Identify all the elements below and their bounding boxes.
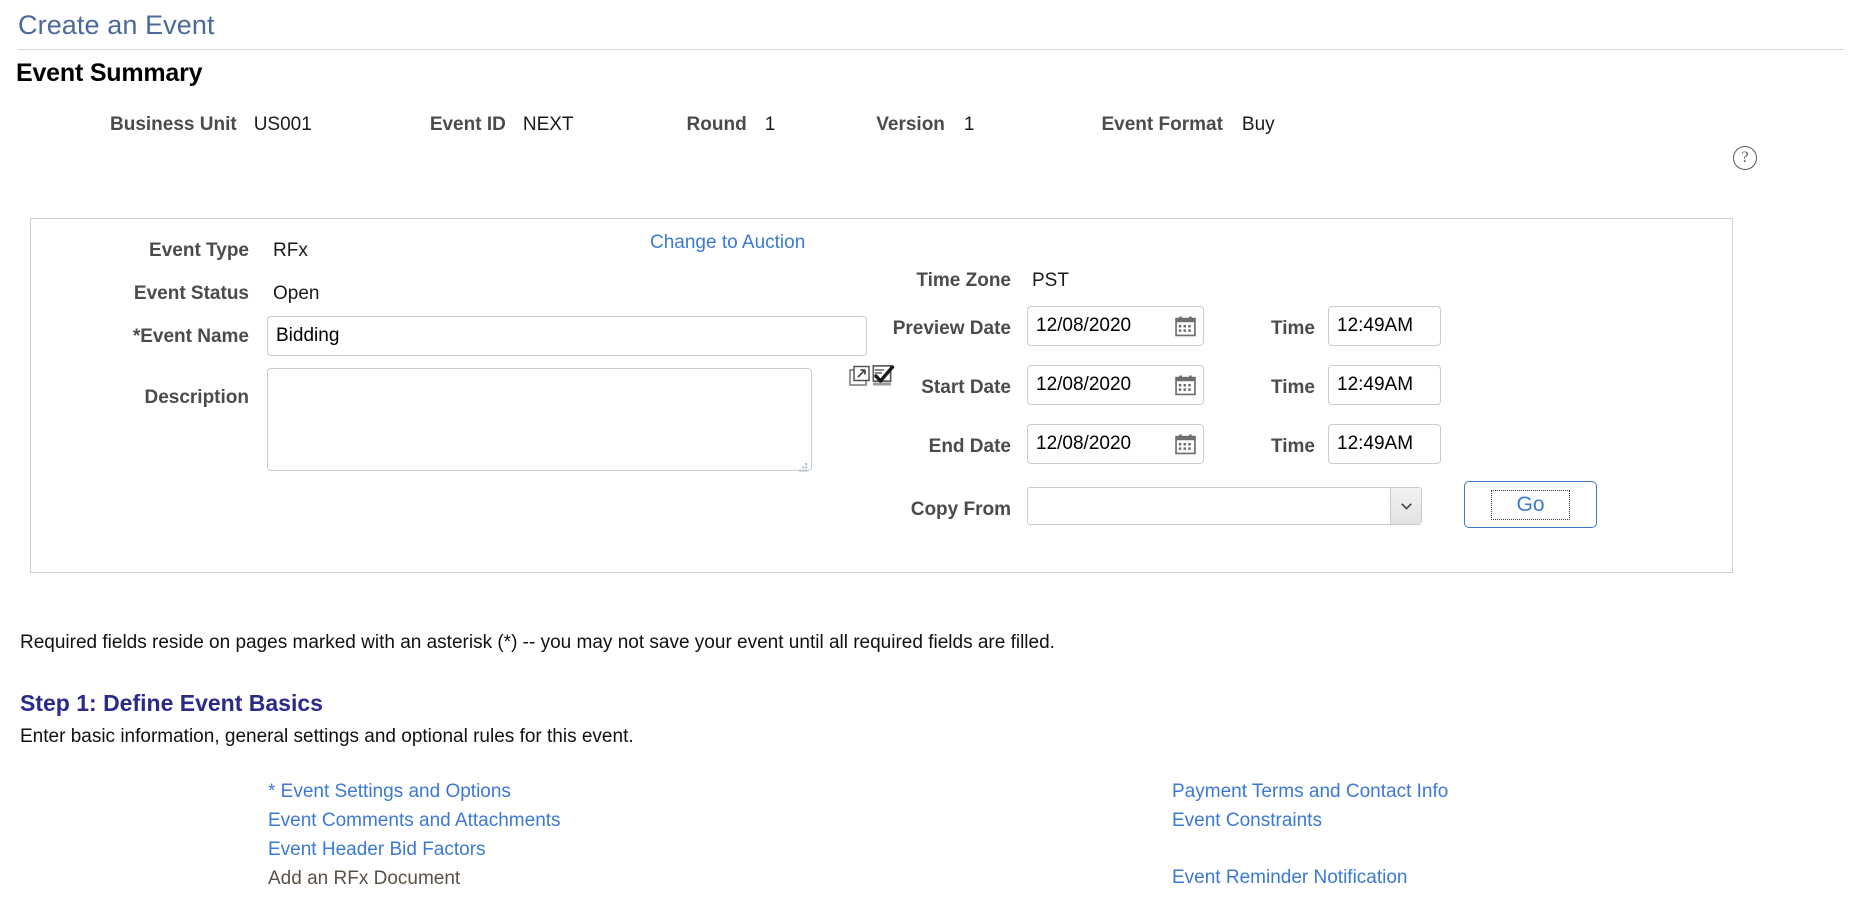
event-detail-panel: Event Type RFx Change to Auction Event S… <box>30 218 1733 573</box>
calendar-icon[interactable] <box>1175 434 1196 455</box>
chevron-down-icon[interactable] <box>1390 488 1421 524</box>
link-event-comments-and-attachments[interactable]: Event Comments and Attachments <box>268 810 561 831</box>
description-textarea[interactable] <box>267 368 812 471</box>
step-1-links-right: Payment Terms and Contact Info Event Con… <box>1172 778 1448 893</box>
start-date-field <box>1027 365 1204 405</box>
required-fields-note: Required fields reside on pages marked w… <box>20 632 1055 653</box>
event-id-label: Event ID <box>429 114 506 135</box>
link-event-reminder-notification[interactable]: Event Reminder Notification <box>1172 867 1408 888</box>
go-button[interactable]: Go <box>1464 481 1597 528</box>
go-button-label: Go <box>1491 489 1570 520</box>
start-time-label: Time <box>1271 377 1316 398</box>
business-unit-value: US001 <box>253 114 312 135</box>
step-1-title: Step 1: Define Event Basics <box>20 690 323 716</box>
link-event-settings-and-options[interactable]: * Event Settings and Options <box>268 781 511 802</box>
start-time-input[interactable] <box>1328 365 1441 405</box>
event-id-value: NEXT <box>522 114 574 135</box>
start-date-label: Start Date <box>921 377 1011 398</box>
event-name-input[interactable] <box>267 316 867 356</box>
calendar-icon[interactable] <box>1175 316 1196 337</box>
create-event-page: Create an Event Event Summary Business U… <box>0 0 1858 904</box>
end-date-label: End Date <box>928 436 1011 457</box>
preview-time-label: Time <box>1271 318 1316 339</box>
copy-from-select-box[interactable] <box>1027 487 1422 525</box>
preview-date-field <box>1027 306 1204 346</box>
change-to-auction-link[interactable]: Change to Auction <box>650 232 805 254</box>
event-status-value: Open <box>273 283 320 304</box>
version-value: 1 <box>963 114 975 135</box>
link-add-an-rfx-document: Add an RFx Document <box>268 868 461 889</box>
copy-from-select[interactable] <box>1027 487 1422 525</box>
round-value: 1 <box>764 114 776 135</box>
description-field-wrap <box>267 368 812 476</box>
step-1-description: Enter basic information, general setting… <box>20 726 634 747</box>
business-unit-label: Business Unit <box>110 114 237 135</box>
section-title: Event Summary <box>16 59 203 87</box>
calendar-icon[interactable] <box>1175 375 1196 396</box>
description-label: Description <box>144 387 249 408</box>
event-format-value: Buy <box>1241 114 1275 135</box>
step-1-links-left: * Event Settings and Options Event Comme… <box>268 778 561 894</box>
help-row: ? <box>0 136 1858 170</box>
round-label: Round <box>686 114 747 135</box>
event-type-label: Event Type <box>149 240 249 261</box>
preview-date-label: Preview Date <box>892 318 1011 339</box>
end-date-field <box>1027 424 1204 464</box>
end-time-label: Time <box>1271 436 1316 457</box>
help-icon[interactable]: ? <box>1733 146 1757 170</box>
event-format-label: Event Format <box>1101 114 1223 135</box>
version-label: Version <box>876 114 945 135</box>
event-type-value: RFx <box>273 240 308 261</box>
event-summary-fields: Business Unit US001 Event ID NEXT Round … <box>0 88 1858 136</box>
link-event-constraints[interactable]: Event Constraints <box>1172 810 1322 831</box>
links-spacer <box>1172 836 1448 864</box>
copy-from-label: Copy From <box>910 499 1011 520</box>
time-zone-label: Time Zone <box>916 270 1011 291</box>
link-payment-terms-and-contact-info[interactable]: Payment Terms and Contact Info <box>1172 781 1448 802</box>
time-zone-value: PST <box>1032 270 1069 291</box>
page-title: Create an Event <box>18 10 215 40</box>
event-name-label: *Event Name <box>132 326 249 347</box>
event-status-label: Event Status <box>133 283 249 304</box>
end-time-input[interactable] <box>1328 424 1441 464</box>
link-event-header-bid-factors[interactable]: Event Header Bid Factors <box>268 839 486 860</box>
preview-time-input[interactable] <box>1328 306 1441 346</box>
